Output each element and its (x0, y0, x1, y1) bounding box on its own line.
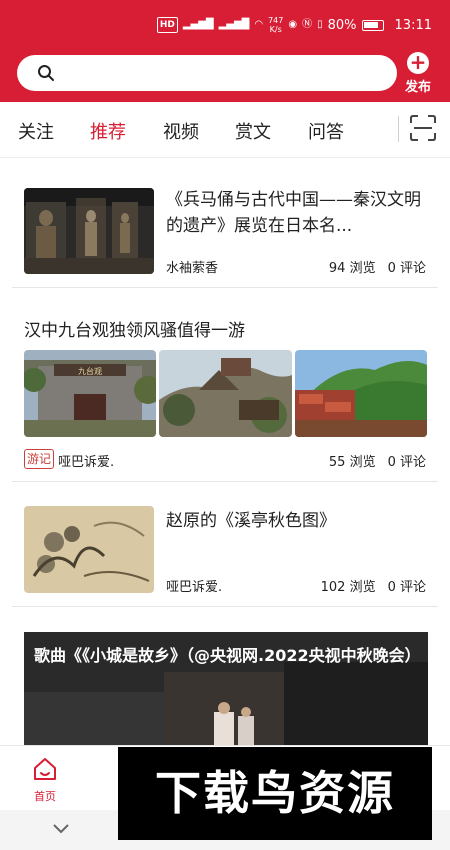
article-title[interactable]: 汉中九台观独领风骚值得一游 (24, 316, 245, 341)
eye-icon: ◉ (288, 19, 298, 30)
article-image-2 (159, 350, 292, 437)
status-bar: HD ▂▄▆█ ▂▄▆█ ◠ 747 K/s ◉ Ⓝ ▯ 80% 13:11 (0, 0, 450, 52)
article-stats: 94 浏览 0 评论 (329, 257, 426, 276)
tab-divider (398, 116, 399, 142)
nav-home-label: 首页 (34, 790, 56, 803)
nfc-icon: Ⓝ (302, 19, 313, 30)
view-count: 102 浏览 (320, 580, 376, 595)
category-tabs: 关注 推荐 视频 赏文 问答 (0, 102, 450, 158)
article-stats: 55 浏览 0 评论 (329, 451, 426, 470)
nav-home[interactable]: 首页 (24, 756, 66, 804)
article-stats: 102 浏览 0 评论 (321, 576, 426, 595)
chevron-down-icon[interactable] (52, 822, 70, 836)
publish-label: 发布 (404, 80, 431, 95)
article-author[interactable]: 哑巴诉爱. (58, 451, 114, 470)
search-icon (38, 65, 54, 81)
tab-qa[interactable]: 问答 (308, 118, 344, 144)
watermark-overlay: 下载鸟资源 (118, 747, 432, 840)
tab-articles[interactable]: 赏文 (235, 118, 271, 144)
feed-item-jiutaiguan[interactable]: 汉中九台观独领风骚值得一游 九台观 游记 哑巴诉爱. 55 浏览 0 评论 (12, 288, 438, 482)
view-count: 55 浏览 (328, 455, 376, 470)
feed-item-painting[interactable]: 赵原的《溪亭秋色图》 哑巴诉爱. 102 浏览 0 评论 (12, 482, 438, 607)
home-icon (34, 758, 56, 780)
feed-item-terracotta[interactable]: 《兵马俑与古代中国——秦汉文明的遗产》展览在日本名... 水袖萦香 94 浏览 0… (12, 170, 438, 288)
vibrate-icon: ▯ (317, 19, 323, 30)
network-speed: 747 K/s (268, 16, 284, 34)
clock: 13:11 (394, 17, 432, 33)
video-card[interactable]: 歌曲《《小城是故乡》（@央视网.2022央视中秋晚会） (24, 632, 428, 752)
article-author[interactable]: 哑巴诉爱. (166, 576, 222, 595)
battery-icon (361, 19, 384, 31)
article-image-3 (295, 350, 427, 437)
article-title[interactable]: 《兵马俑与古代中国——秦汉文明的遗产》展览在日本名... (166, 187, 421, 239)
article-image-1: 九台观 (24, 350, 156, 437)
app-header: HD ▂▄▆█ ▂▄▆█ ◠ 747 K/s ◉ Ⓝ ▯ 80% 13:11 +… (0, 0, 450, 102)
travel-badge: 游记 (24, 449, 54, 469)
tab-follow[interactable]: 关注 (18, 118, 54, 144)
video-title[interactable]: 歌曲《《小城是故乡》（@央视网.2022央视中秋晚会） (34, 644, 421, 668)
view-count: 94 浏览 (328, 261, 376, 276)
battery-percent: 80% (327, 17, 357, 33)
hd-icon: HD (156, 17, 178, 33)
plus-icon: + (407, 52, 429, 74)
gate-sign-text: 九台观 (78, 366, 102, 376)
comment-count: 0 评论 (387, 580, 426, 595)
search-input[interactable] (17, 55, 397, 91)
article-author[interactable]: 水袖萦香 (166, 257, 218, 276)
article-thumbnail (24, 506, 154, 593)
publish-button[interactable]: + 发布 (401, 52, 435, 98)
wifi-icon: ◠ (254, 19, 264, 30)
signal-icon: ▂▄▆█ (182, 19, 214, 30)
tab-video[interactable]: 视频 (163, 118, 199, 144)
signal-icon-2: ▂▄▆█ (218, 19, 250, 30)
article-title[interactable]: 赵原的《溪亭秋色图》 (166, 508, 421, 534)
comment-count: 0 评论 (387, 261, 426, 276)
tab-recommend[interactable]: 推荐 (90, 118, 126, 144)
comment-count: 0 评论 (387, 455, 426, 470)
article-thumbnail (24, 188, 154, 274)
scan-icon[interactable] (409, 114, 437, 142)
